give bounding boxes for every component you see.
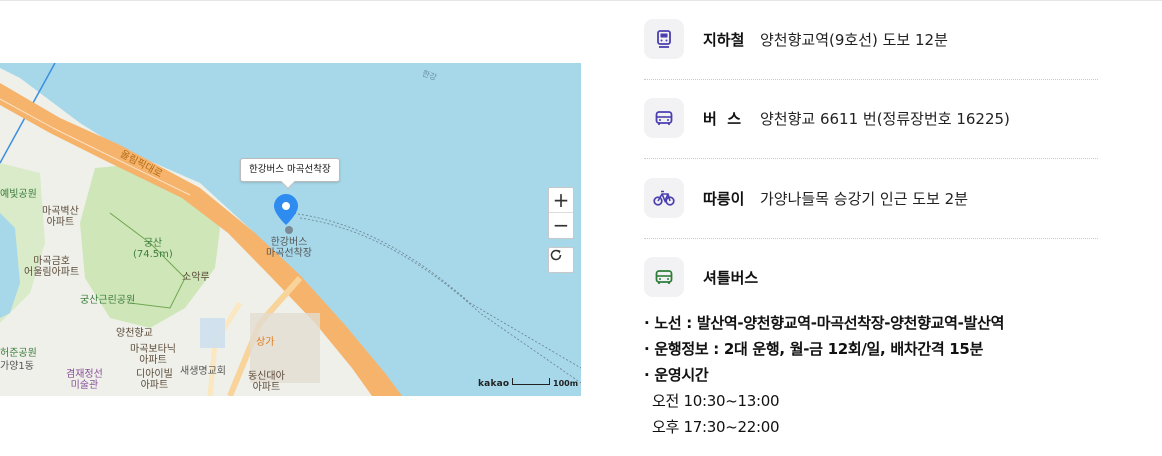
bus-icon-box: [644, 98, 684, 138]
map-canvas[interactable]: [0, 63, 581, 396]
divider: [644, 238, 1098, 239]
top-divider: [0, 0, 1162, 1]
shuttle-label: 셔틀버스: [703, 268, 759, 287]
bicycle-icon-box: [644, 178, 684, 218]
school-label: 양천향교: [116, 328, 153, 339]
subway-icon: [657, 30, 671, 48]
bus-row: 버 스 양천향교 6611 번(정류장번호 16225): [644, 98, 1098, 138]
subway-label: 지하철: [703, 30, 745, 49]
bus-label: 버 스: [703, 109, 742, 128]
shuttle-info-key: · 운행정보 :: [644, 340, 724, 358]
divider: [644, 158, 1098, 159]
park-label-2: 궁산근린공원: [80, 295, 136, 306]
apartment-label-4: 디아이빌 아파트: [136, 369, 173, 391]
subway-value: 양천향교역(9호선) 도보 12분: [760, 30, 948, 49]
shuttle-info: · 운행정보 : 2대 운행, 월-금 12회/일, 배차간격 15분: [644, 336, 1098, 362]
park-label-1: 예빛공원: [0, 189, 37, 200]
shuttle-details: · 노선 : 발산역-양천향교역-마곡선착장-양천향교역-발산역 · 운행정보 …: [644, 310, 1098, 440]
subway-row: 지하철 양천향교역(9호선) 도보 12분: [644, 19, 1098, 59]
location-map[interactable]: 한강버스 마곡선착장 올림픽대로 한강버스 마곡선착장 예빛공원 마곡벽산 아파…: [0, 63, 581, 396]
market-label: 상가: [256, 337, 275, 348]
bicycle-row: 따릉이 가양나들목 승강기 인근 도보 2분: [644, 178, 1098, 218]
shuttle-icon-box: [644, 257, 684, 297]
zoom-out-button[interactable]: −: [549, 213, 573, 238]
shuttle-route-key: · 노선 :: [644, 314, 697, 332]
location-marker-icon: [274, 194, 298, 225]
bus-icon: [655, 111, 673, 125]
shuttle-row: 셔틀버스: [644, 257, 1098, 297]
apartment-label-5: 동신대아 아파트: [248, 371, 285, 393]
refresh-icon: [550, 249, 562, 261]
district-label: 가양1동: [0, 361, 34, 372]
shuttle-route: · 노선 : 발산역-양천향교역-마곡선착장-양천향교역-발산역: [644, 310, 1098, 336]
pavilion-label: 소악루: [182, 272, 210, 283]
shuttle-route-value: 발산역-양천향교역-마곡선착장-양천향교역-발산역: [696, 314, 1005, 332]
pier-label: 한강버스 마곡선착장: [266, 237, 312, 259]
shuttle-hours-am: 오전 10:30~13:00: [652, 392, 780, 410]
kakao-logo: kakao: [478, 379, 510, 389]
marker-tooltip[interactable]: 한강버스 마곡선착장: [240, 158, 340, 182]
scale-label: 100m: [553, 379, 579, 388]
shuttle-hours: · 운영시간: [644, 362, 1098, 388]
zoom-in-button[interactable]: +: [549, 188, 573, 213]
shuttle-hours-pm: 오후 17:30~22:00: [652, 418, 780, 436]
bicycle-value: 가양나들목 승강기 인근 도보 2분: [760, 189, 969, 208]
shuttle-bus-icon: [655, 270, 673, 284]
refresh-button[interactable]: [548, 247, 574, 273]
shuttle-hours-key: · 운영시간: [644, 366, 709, 384]
museum-label: 겸재정선 미술관: [66, 369, 103, 391]
apartment-label-2: 마곡금호 어울림아파트: [24, 256, 80, 278]
apartment-label-3: 마곡보타닉 아파트: [130, 344, 176, 366]
subway-icon-box: [644, 19, 684, 59]
park-label-3: 허준공원: [0, 348, 37, 359]
bus-value: 양천향교 6611 번(정류장번호 16225): [760, 109, 1010, 128]
bicycle-icon: [653, 190, 675, 206]
divider: [644, 79, 1098, 80]
zoom-control: + −: [548, 187, 574, 239]
mountain-label: 궁산 (74.5m): [133, 238, 173, 260]
shuttle-info-value: 2대 운행, 월-금 12회/일, 배차간격 15분: [723, 340, 984, 358]
bicycle-label: 따릉이: [703, 189, 745, 208]
scale-bar: [512, 378, 550, 385]
church-label: 새생명교회: [180, 366, 226, 377]
apartment-label-1: 마곡벽산 아파트: [42, 206, 79, 228]
